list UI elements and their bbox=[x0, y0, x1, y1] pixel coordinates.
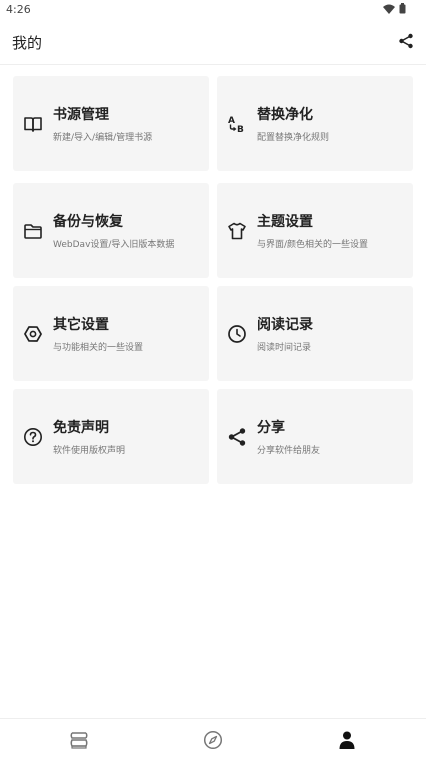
share-icon[interactable] bbox=[398, 33, 414, 49]
person-icon bbox=[339, 731, 355, 749]
card-desc: 软件使用版权声明 bbox=[53, 446, 126, 456]
card-backup-restore[interactable]: 备份与恢复 WebDav设置/导入旧版本数据 bbox=[13, 183, 209, 278]
page-title: 我的 bbox=[12, 34, 43, 52]
bookshelf-icon bbox=[70, 732, 88, 749]
card-desc: 与界面/颜色相关的一些设置 bbox=[257, 240, 369, 250]
status-bar: 4:26 bbox=[0, 0, 426, 20]
card-title: 其它设置 bbox=[53, 317, 109, 333]
card-share[interactable]: 分享 分享软件给朋友 bbox=[217, 389, 413, 484]
card-theme-settings[interactable]: 主题设置 与界面/颜色相关的一些设置 bbox=[217, 183, 413, 278]
card-desc: 与功能相关的一些设置 bbox=[53, 343, 144, 353]
card-desc: 阅读时间记录 bbox=[257, 343, 312, 353]
nav-my[interactable] bbox=[276, 719, 418, 760]
svg-text:B: B bbox=[237, 125, 244, 134]
card-other-settings[interactable]: 其它设置 与功能相关的一些设置 bbox=[13, 286, 209, 381]
clock-icon bbox=[228, 325, 246, 343]
replace-ab-icon: A B bbox=[228, 116, 244, 134]
nav-discover[interactable] bbox=[142, 719, 284, 760]
card-title: 替换净化 bbox=[257, 107, 313, 123]
card-title: 阅读记录 bbox=[257, 317, 313, 333]
card-book-source[interactable]: 书源管理 新建/导入/编辑/管理书源 bbox=[13, 76, 209, 171]
compass-icon bbox=[203, 730, 223, 750]
folder-icon bbox=[24, 224, 42, 239]
card-title: 分享 bbox=[257, 420, 285, 436]
status-icons bbox=[383, 3, 406, 14]
card-reading-record[interactable]: 阅读记录 阅读时间记录 bbox=[217, 286, 413, 381]
book-icon bbox=[24, 117, 42, 132]
share-icon bbox=[228, 428, 246, 446]
card-disclaimer[interactable]: 免责声明 软件使用版权声明 bbox=[13, 389, 209, 484]
card-title: 书源管理 bbox=[53, 107, 109, 123]
nav-bookshelf[interactable] bbox=[8, 719, 150, 760]
card-desc: WebDav设置/导入旧版本数据 bbox=[53, 240, 175, 250]
wifi-icon bbox=[383, 4, 395, 14]
card-title: 备份与恢复 bbox=[53, 214, 123, 230]
status-time: 4:26 bbox=[6, 3, 31, 16]
hexagon-settings-icon bbox=[24, 326, 42, 342]
svg-text:A: A bbox=[228, 116, 235, 126]
bottom-nav bbox=[0, 718, 426, 760]
card-desc: 新建/导入/编辑/管理书源 bbox=[53, 133, 153, 143]
app-bar: 我的 bbox=[0, 20, 426, 65]
card-desc: 分享软件给朋友 bbox=[257, 446, 321, 456]
battery-icon bbox=[399, 3, 406, 14]
card-desc: 配置替换净化规则 bbox=[257, 133, 330, 143]
card-title: 主题设置 bbox=[257, 214, 313, 230]
tshirt-icon bbox=[228, 222, 246, 240]
card-replace[interactable]: A B 替换净化 配置替换净化规则 bbox=[217, 76, 413, 171]
card-title: 免责声明 bbox=[53, 420, 109, 436]
help-circle-icon bbox=[24, 428, 42, 446]
